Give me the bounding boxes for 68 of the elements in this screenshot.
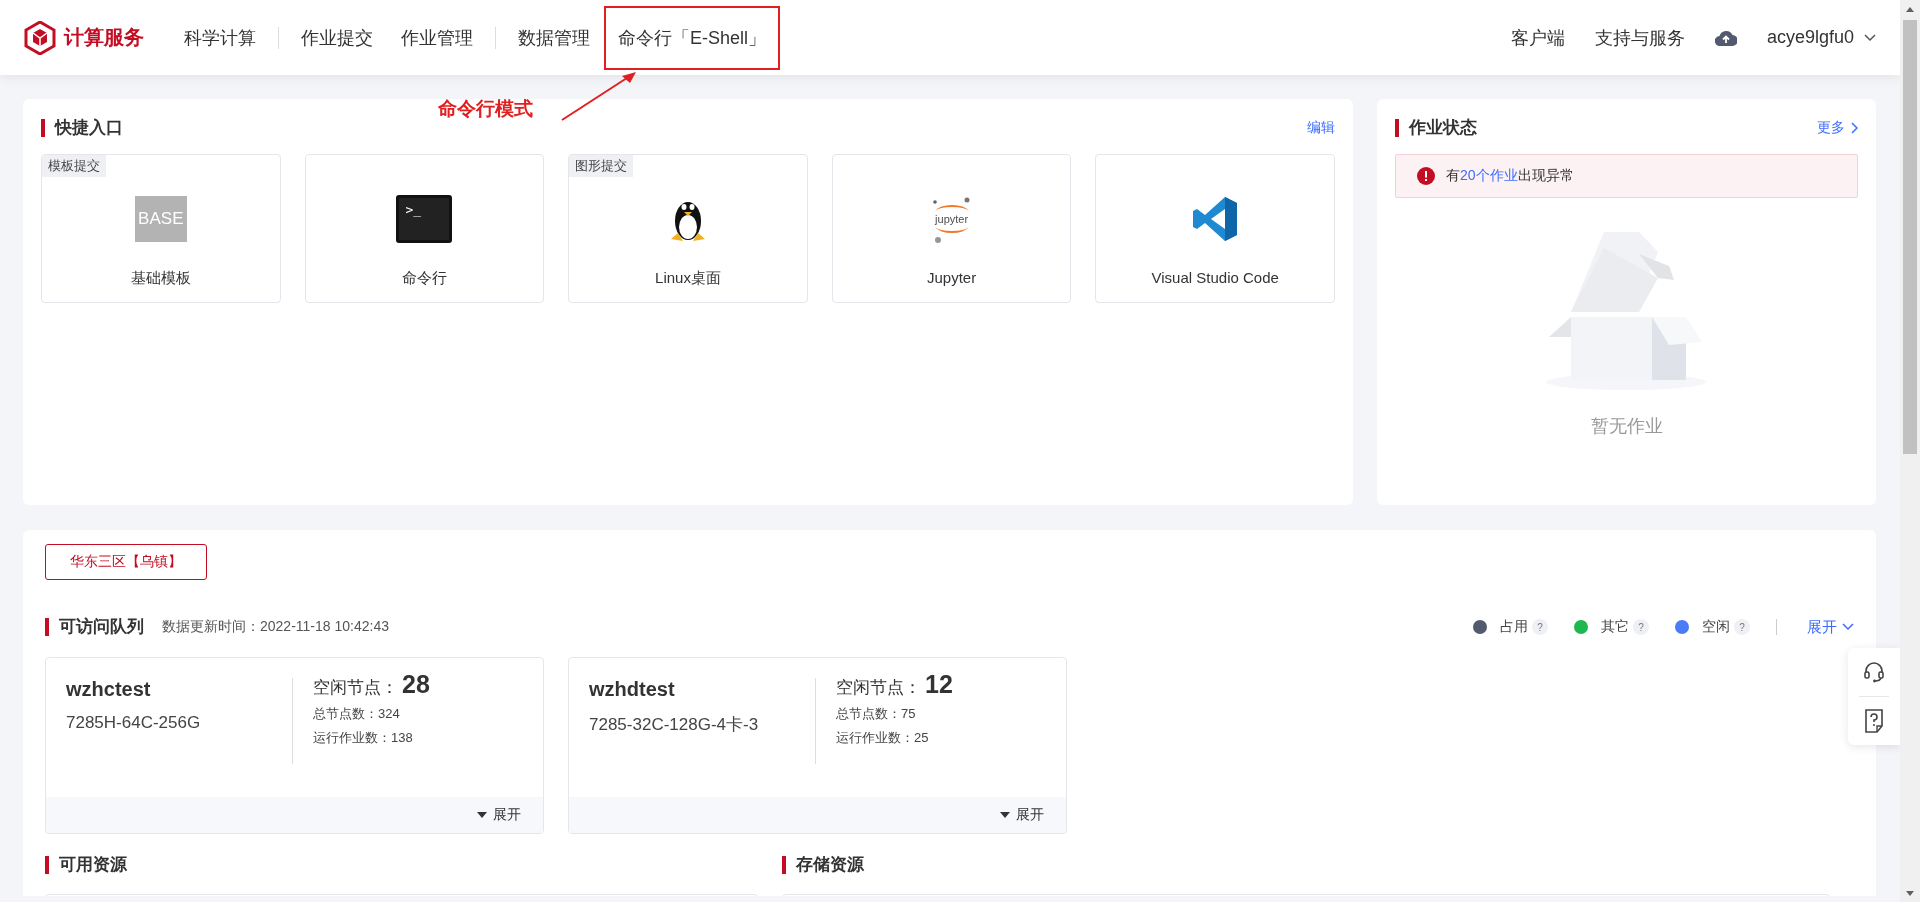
help-document-icon[interactable] — [1864, 709, 1884, 733]
shortcut-tile[interactable]: 图形提交 Linux桌面 — [568, 154, 808, 303]
section-title: 存储资源 — [782, 856, 864, 874]
tile-label: Jupyter — [927, 269, 977, 286]
tile-tag: 模板提交 — [42, 155, 106, 177]
header-link[interactable]: 客户端 — [1510, 25, 1565, 50]
queue-name: wzhctest — [66, 678, 152, 701]
caret-down-icon[interactable] — [477, 812, 487, 818]
nav-tab[interactable]: 命令行「E-Shell」 — [604, 5, 781, 70]
cube-logo-icon — [24, 20, 56, 55]
idle-label: 空闲节点： — [836, 677, 921, 699]
shortcut-tile[interactable]: 模板提交 BASE 基础模板 — [41, 154, 281, 303]
header-link[interactable]: 支持与服务 — [1594, 25, 1685, 50]
user-name[interactable]: acye9lgfu0 — [1766, 27, 1854, 48]
cloud-upload-icon[interactable] — [1714, 29, 1737, 46]
legend-label: 空闲 — [1702, 618, 1730, 636]
idle-count: 28 — [402, 670, 430, 699]
section-title: 可访问队列 — [45, 618, 144, 636]
section-title: 作业状态 — [1395, 119, 1477, 137]
chevron-down-icon[interactable] — [1864, 33, 1876, 42]
logo-text: 计算服务 — [64, 25, 144, 50]
queue-spec: 7285H-64C-256G — [66, 713, 202, 733]
headset-icon[interactable] — [1863, 661, 1885, 683]
expand-link[interactable]: 展开 — [1807, 617, 1854, 637]
nav-tab[interactable]: 作业管理 — [387, 5, 487, 70]
tile-label: 基础模板 — [130, 269, 191, 288]
nav-tab[interactable]: 数据管理 — [504, 5, 604, 70]
code-editor-icon — [1191, 195, 1240, 243]
terminal-icon: >_ — [396, 195, 453, 243]
shortcut-tile[interactable]: Visual Studio Code — [1095, 154, 1335, 303]
annotation-text: 命令行模式 — [438, 97, 533, 121]
legend-label: 其它 — [1601, 618, 1629, 636]
alert-text: 有20个作业出现异常 — [1446, 167, 1574, 185]
help-badge[interactable]: ? — [1532, 619, 1548, 635]
update-time: 数据更新时间：2022-11-18 10:42:43 — [162, 618, 389, 636]
empty-text: 暂无作业 — [1590, 415, 1663, 438]
expand-link[interactable]: 展开 — [1016, 806, 1044, 824]
nav-tab[interactable]: 作业提交 — [287, 5, 387, 70]
total-nodes: 总节点数：75 — [836, 705, 953, 723]
region-button[interactable]: 华东三区【乌镇】 — [45, 544, 207, 580]
tile-label: 命令行 — [401, 269, 447, 288]
tile-tag: 图形提交 — [569, 155, 634, 177]
running-jobs: 运行作业数：138 — [313, 729, 414, 747]
chevron-down-icon[interactable] — [1842, 623, 1854, 631]
idle-label: 空闲节点： — [313, 677, 398, 699]
nav-tab[interactable]: 科学计算 — [170, 5, 270, 70]
edit-link[interactable]: 编辑 — [1307, 119, 1335, 137]
section-title: 可用资源 — [45, 856, 127, 874]
caret-down-icon[interactable] — [1000, 812, 1010, 818]
tile-label: Linux桌面 — [655, 269, 721, 288]
shortcut-tile[interactable]: >_ 命令行 — [304, 154, 545, 303]
expand-link[interactable]: 展开 — [493, 806, 521, 824]
help-badge[interactable]: ? — [1734, 619, 1750, 635]
idle-count: 12 — [925, 670, 953, 699]
section-title: 快捷入口 — [41, 119, 123, 137]
jobs-link[interactable]: 20个作业 — [1460, 167, 1518, 183]
error-icon — [1417, 167, 1435, 185]
legend-label: 占用 — [1500, 618, 1528, 636]
base-template-icon: BASE — [134, 196, 187, 242]
tile-label: Visual Studio Code — [1151, 269, 1279, 286]
shortcut-tile[interactable]: jupyter Jupyter — [831, 154, 1072, 303]
total-nodes: 总节点数：324 — [313, 705, 430, 723]
running-jobs: 运行作业数：25 — [836, 729, 930, 747]
help-badge[interactable]: ? — [1633, 619, 1649, 635]
chevron-right-icon[interactable] — [1851, 122, 1858, 134]
queue-name: wzhdtest — [589, 678, 676, 701]
queue-spec: 7285-32C-128G-4卡-3 — [589, 714, 760, 736]
more-link[interactable]: 更多 — [1817, 119, 1858, 137]
